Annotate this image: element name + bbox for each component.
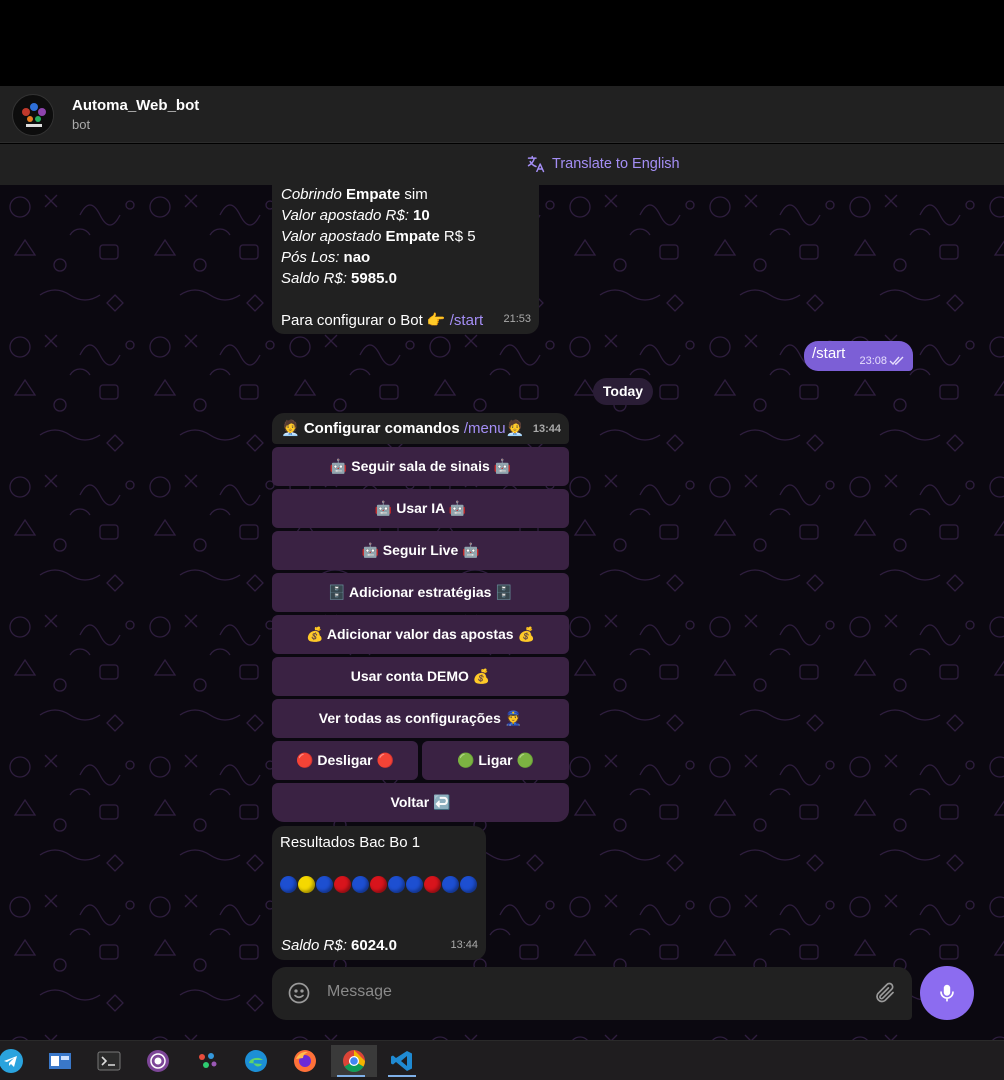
telegram-icon[interactable] [0, 1045, 31, 1077]
microphone-icon [940, 984, 954, 1002]
firefox-icon[interactable] [285, 1045, 325, 1077]
outgoing-text: /start [812, 345, 846, 362]
msg-text: Empate [341, 186, 401, 203]
translate-icon [527, 155, 545, 173]
message-composer[interactable]: Message [272, 967, 912, 1020]
msg-text: 5985.0 [346, 270, 397, 287]
msg-text: Cobrindo [281, 186, 342, 203]
date-separator: Today [593, 378, 653, 405]
saldo-value: 6024.0 [346, 937, 397, 954]
edge-icon[interactable] [236, 1045, 276, 1077]
keyboard-button-usar-ia[interactable]: 🤖 Usar IA 🤖 [272, 489, 569, 528]
active-indicator [337, 1075, 365, 1077]
attach-icon[interactable] [873, 981, 897, 1005]
translate-label: Translate to English [552, 156, 680, 172]
message-input[interactable]: Message [327, 983, 392, 1001]
keyboard-button-seguir-live[interactable]: 🤖 Seguir Live 🤖 [272, 531, 569, 570]
terminal-icon[interactable] [89, 1045, 129, 1077]
keyboard-button-seguir-sala[interactable]: 🤖 Seguir sala de sinais 🤖 [272, 447, 569, 486]
msg-text: Para configurar o Bot 👉 [281, 312, 450, 329]
saldo-label: Saldo R$: [281, 937, 347, 954]
app-icon[interactable] [187, 1045, 227, 1077]
msg-text: Valor apostado R$: [281, 207, 409, 224]
message-bubble-results[interactable]: Resultados Bac Bo 1 Saldo R$: 6024.0 13:… [272, 826, 486, 960]
bot-avatar[interactable] [12, 94, 54, 136]
blue-ball [352, 876, 369, 893]
blue-ball [388, 876, 405, 893]
keyboard-button-ligar[interactable]: 🟢 Ligar 🟢 [422, 741, 569, 780]
bot-logo-icon [14, 96, 53, 135]
msg-text: 10 [408, 207, 430, 224]
results-balls [280, 876, 477, 893]
msg-text: R$ 5 [439, 228, 476, 245]
keyboard-button-adicionar-valor[interactable]: 💰 Adicionar valor das apostas 💰 [272, 615, 569, 654]
msg-text: Valor apostado [281, 228, 382, 245]
menu-text: 🧑‍💼 Configurar comandos [281, 420, 464, 437]
blue-ball [316, 876, 333, 893]
start-command-link[interactable]: /start [450, 312, 483, 329]
message-bubble-outgoing[interactable]: /start 23:08 [804, 341, 913, 371]
message-time: 23:08 [859, 355, 887, 367]
msg-text: Empate [381, 228, 440, 245]
translate-button[interactable]: Translate to English [526, 154, 680, 174]
keyboard-button-usar-demo[interactable]: Usar conta DEMO 💰 [272, 657, 569, 696]
yellow-ball [298, 876, 315, 893]
red-ball [334, 876, 351, 893]
msg-text: nao [339, 249, 371, 266]
chat-header[interactable]: Automa_Web_bot bot [0, 86, 1004, 143]
chat-subtitle: bot [72, 117, 91, 132]
menu-command-link[interactable]: /menu [464, 420, 506, 437]
chat-title[interactable]: Automa_Web_bot [72, 97, 199, 114]
read-ticks-icon [889, 356, 904, 366]
keyboard-button-ver-configuracoes[interactable]: Ver todas as configurações 👮 [272, 699, 569, 738]
msg-text: sim [400, 186, 428, 203]
blue-ball [442, 876, 459, 893]
active-indicator [388, 1075, 416, 1077]
chrome-icon[interactable] [331, 1045, 377, 1077]
message-bubble-incoming[interactable]: Cobrindo Empate sim Valor apostado R$: 1… [272, 172, 539, 334]
blue-ball [460, 876, 477, 893]
message-time: 13:44 [450, 939, 478, 951]
menu-emoji: 🧑‍💼 [505, 420, 525, 437]
emoji-icon[interactable] [287, 981, 311, 1005]
os-taskbar [0, 1040, 1004, 1080]
msg-text: Saldo R$: [281, 270, 347, 287]
keyboard-button-voltar[interactable]: Voltar ↩️ [272, 783, 569, 822]
msg-text: Pós Los: [281, 249, 340, 266]
message-time: 21:53 [503, 313, 531, 325]
results-title: Resultados Bac Bo 1 [280, 834, 421, 851]
red-ball [370, 876, 387, 893]
window-top-area [0, 0, 1004, 86]
explorer-icon[interactable] [40, 1045, 80, 1077]
vscode-icon[interactable] [382, 1045, 422, 1077]
blue-ball [280, 876, 297, 893]
keyboard-button-desligar[interactable]: 🔴 Desligar 🔴 [272, 741, 418, 780]
keyboard-button-adicionar-estrategias[interactable]: 🗄️ Adicionar estratégias 🗄️ [272, 573, 569, 612]
tor-browser-icon[interactable] [138, 1045, 178, 1077]
message-bubble-menu[interactable]: 🧑‍💼 Configurar comandos /menu🧑‍💼 13:44 [272, 413, 569, 444]
red-ball [424, 876, 441, 893]
voice-record-button[interactable] [920, 966, 974, 1020]
blue-ball [406, 876, 423, 893]
message-time: 13:44 [532, 423, 561, 435]
